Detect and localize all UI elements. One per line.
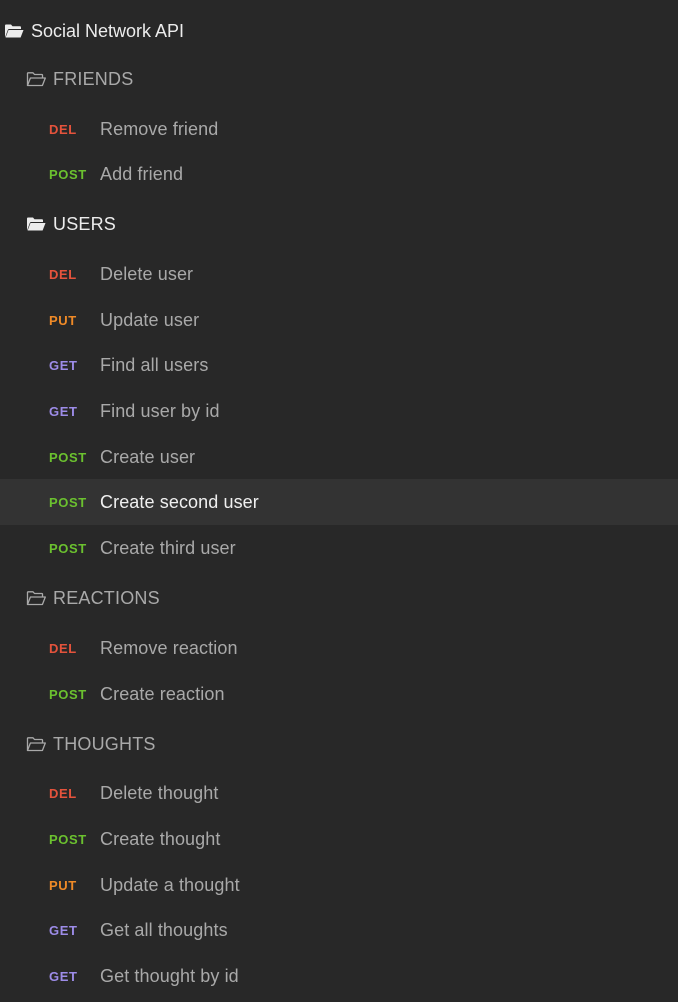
method-badge: POST [49,686,87,702]
folder-label: FRIENDS [53,68,134,89]
request-item[interactable]: GET Find user by id [0,388,678,434]
request-item[interactable]: GET Get all thoughts [0,907,678,953]
request-label: Update user [100,309,200,330]
request-item[interactable]: DEL Remove friend [0,106,678,152]
request-label: Delete thought [100,782,219,803]
request-label: Delete user [100,263,194,284]
request-label: Remove reaction [100,637,238,658]
request-item[interactable]: POST Create user [0,434,678,480]
method-badge: POST [49,449,87,465]
folder-reactions[interactable]: REACTIONS [0,575,678,621]
folder-open-icon [4,23,24,39]
request-item[interactable]: POST Create reaction [0,671,678,717]
request-label: Get thought by id [100,965,239,986]
request-label: Create third user [100,537,236,558]
request-item[interactable]: DEL Delete thought [0,770,678,816]
folder-friends[interactable]: FRIENDS [0,56,678,102]
request-item[interactable]: PUT Update user [0,297,678,343]
request-item[interactable]: DEL Remove reaction [0,625,678,671]
method-badge: GET [49,922,78,938]
method-badge: POST [49,494,87,510]
method-badge: POST [49,166,87,182]
request-label: Update a thought [100,874,240,895]
method-badge: PUT [49,877,77,893]
collection-root[interactable]: Social Network API [0,8,678,54]
request-label: Add friend [100,163,184,184]
request-item[interactable]: POST Create second user [0,479,678,525]
request-item[interactable]: DEL Delete user [0,251,678,297]
folder-outline-icon [26,736,46,752]
request-label: Find user by id [100,400,220,421]
method-badge: POST [49,540,87,556]
request-label: Create second user [100,491,259,512]
method-badge: DEL [49,640,77,656]
request-item[interactable]: POST Add friend [0,151,678,197]
folder-open-icon [26,216,46,232]
request-item[interactable]: POST Create third user [0,525,678,571]
folder-label: USERS [53,213,117,234]
request-label: Create reaction [100,683,225,704]
folder-thoughts[interactable]: THOUGHTS [0,721,678,767]
method-badge: DEL [49,266,77,282]
collection-tree: Social Network API FRIENDS DEL Remove frie… [0,0,678,1002]
method-badge: GET [49,403,78,419]
folder-outline-icon [26,590,46,606]
request-label: Find all users [100,354,209,375]
folder-label: THOUGHTS [53,733,156,754]
method-badge: GET [49,968,78,984]
method-badge: PUT [49,312,77,328]
request-item[interactable]: GET Get thought by id [0,953,678,999]
request-item[interactable]: POST Create thought [0,816,678,862]
request-label: Get all thoughts [100,919,228,940]
request-item[interactable]: GET Find all users [0,342,678,388]
method-badge: GET [49,357,78,373]
method-badge: DEL [49,785,77,801]
request-label: Create user [100,446,196,467]
folder-outline-icon [26,71,46,87]
method-badge: DEL [49,121,77,137]
request-item[interactable]: PUT Update a thought [0,862,678,908]
request-label: Remove friend [100,118,219,139]
collection-title: Social Network API [31,20,185,41]
folder-label: REACTIONS [53,587,160,608]
method-badge: POST [49,831,87,847]
request-label: Create thought [100,828,221,849]
folder-users[interactable]: USERS [0,201,678,247]
